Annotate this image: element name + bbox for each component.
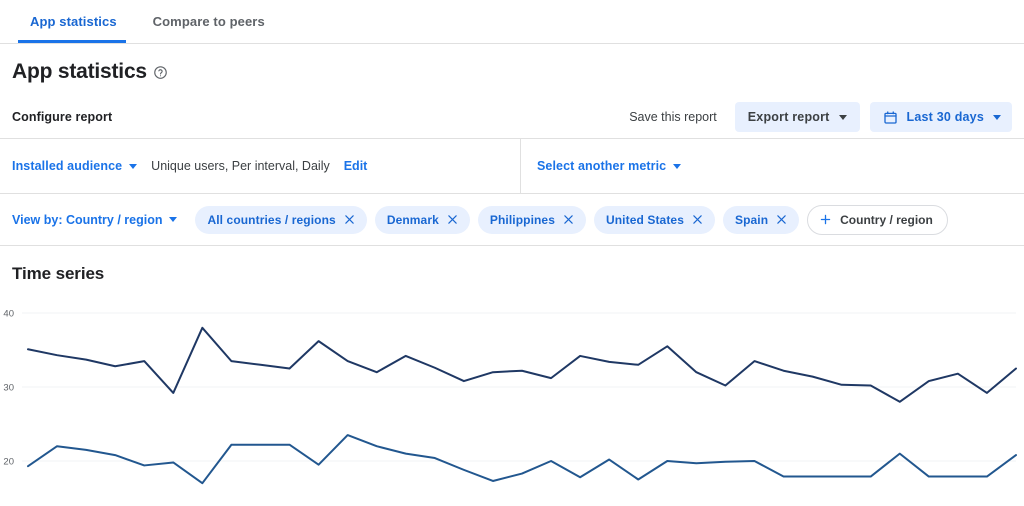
filter-chip-label: Philippines xyxy=(489,212,555,227)
filter-chips-row: View by: Country / region All countries … xyxy=(0,194,1024,246)
time-series-chart[interactable]: 40 30 20 xyxy=(0,298,1024,488)
chevron-down-icon xyxy=(673,163,682,169)
filter-chip-label: All countries / regions xyxy=(207,212,336,227)
installed-audience-label: Installed audience xyxy=(12,159,123,173)
page-title-row: App statistics xyxy=(0,44,1024,94)
filter-chip-label: Spain xyxy=(734,212,769,227)
view-by-label: View by: Country / region xyxy=(12,212,163,227)
chart-line-series-1 xyxy=(27,326,1017,403)
date-range-button[interactable]: Last 30 days xyxy=(869,102,1012,132)
chevron-down-icon xyxy=(129,163,138,169)
tab-compare-to-peers-label: Compare to peers xyxy=(152,14,265,29)
close-icon[interactable] xyxy=(776,214,787,225)
page-title: App statistics xyxy=(12,60,147,83)
y-axis-tick-label: 30 xyxy=(3,383,14,394)
chart-title: Time series xyxy=(12,264,105,283)
tab-compare-to-peers[interactable]: Compare to peers xyxy=(135,0,283,43)
installed-audience-dropdown[interactable]: Installed audience xyxy=(12,159,138,173)
add-chip-label: Country / region xyxy=(840,212,933,227)
active-tab-indicator xyxy=(18,40,126,43)
export-report-button[interactable]: Export report xyxy=(734,102,860,132)
chevron-down-icon xyxy=(993,114,1001,120)
calendar-icon xyxy=(883,110,898,125)
add-country-region-chip[interactable]: Country / region xyxy=(807,204,948,235)
filter-chip-all-countries[interactable]: All countries / regions xyxy=(195,205,367,234)
filter-chip-label: Denmark xyxy=(386,212,439,227)
chart-canvas: 40 30 20 xyxy=(3,309,1017,485)
metric-description: Unique users, Per interval, Daily xyxy=(151,159,330,173)
date-range-label: Last 30 days xyxy=(906,110,984,124)
time-series-section: Time series 40 30 20 xyxy=(0,246,1024,488)
help-circle-icon[interactable] xyxy=(153,65,168,80)
close-icon[interactable] xyxy=(563,214,574,225)
close-icon[interactable] xyxy=(692,214,703,225)
tab-bar: App statistics Compare to peers xyxy=(0,0,1024,44)
filter-chip-philippines[interactable]: Philippines xyxy=(477,205,586,234)
report-actions: Save this report Export report Last 30 d… xyxy=(621,102,1012,132)
chevron-down-icon xyxy=(169,217,178,222)
select-another-metric-dropdown[interactable]: Select another metric xyxy=(537,159,682,173)
tab-app-statistics[interactable]: App statistics xyxy=(12,0,135,43)
save-this-report-button[interactable]: Save this report xyxy=(621,104,725,130)
configure-report-label: Configure report xyxy=(12,110,113,124)
export-report-label: Export report xyxy=(747,110,830,124)
select-another-metric-label: Select another metric xyxy=(537,159,667,173)
chart-line-series-2 xyxy=(27,434,1017,485)
configure-report-row: Configure report Save this report Export… xyxy=(0,94,1024,138)
tab-app-statistics-label: App statistics xyxy=(30,14,117,29)
metric-cell-primary: Installed audience Unique users, Per int… xyxy=(0,139,520,193)
metric-cell-secondary: Select another metric xyxy=(520,139,693,193)
metric-row: Installed audience Unique users, Per int… xyxy=(0,138,1024,194)
chevron-down-icon xyxy=(838,114,847,120)
view-by-dropdown[interactable]: View by: Country / region xyxy=(12,212,178,227)
filter-chip-label: United States xyxy=(605,212,684,227)
plus-icon xyxy=(819,213,832,226)
y-axis-tick-label: 40 xyxy=(3,309,14,320)
edit-metric-link[interactable]: Edit xyxy=(344,159,368,173)
close-icon[interactable] xyxy=(447,214,458,225)
y-axis-tick-label: 20 xyxy=(3,457,14,468)
filter-chip-spain[interactable]: Spain xyxy=(722,205,800,234)
close-icon[interactable] xyxy=(344,214,355,225)
filter-chip-denmark[interactable]: Denmark xyxy=(374,205,470,234)
filter-chip-united-states[interactable]: United States xyxy=(593,205,715,234)
